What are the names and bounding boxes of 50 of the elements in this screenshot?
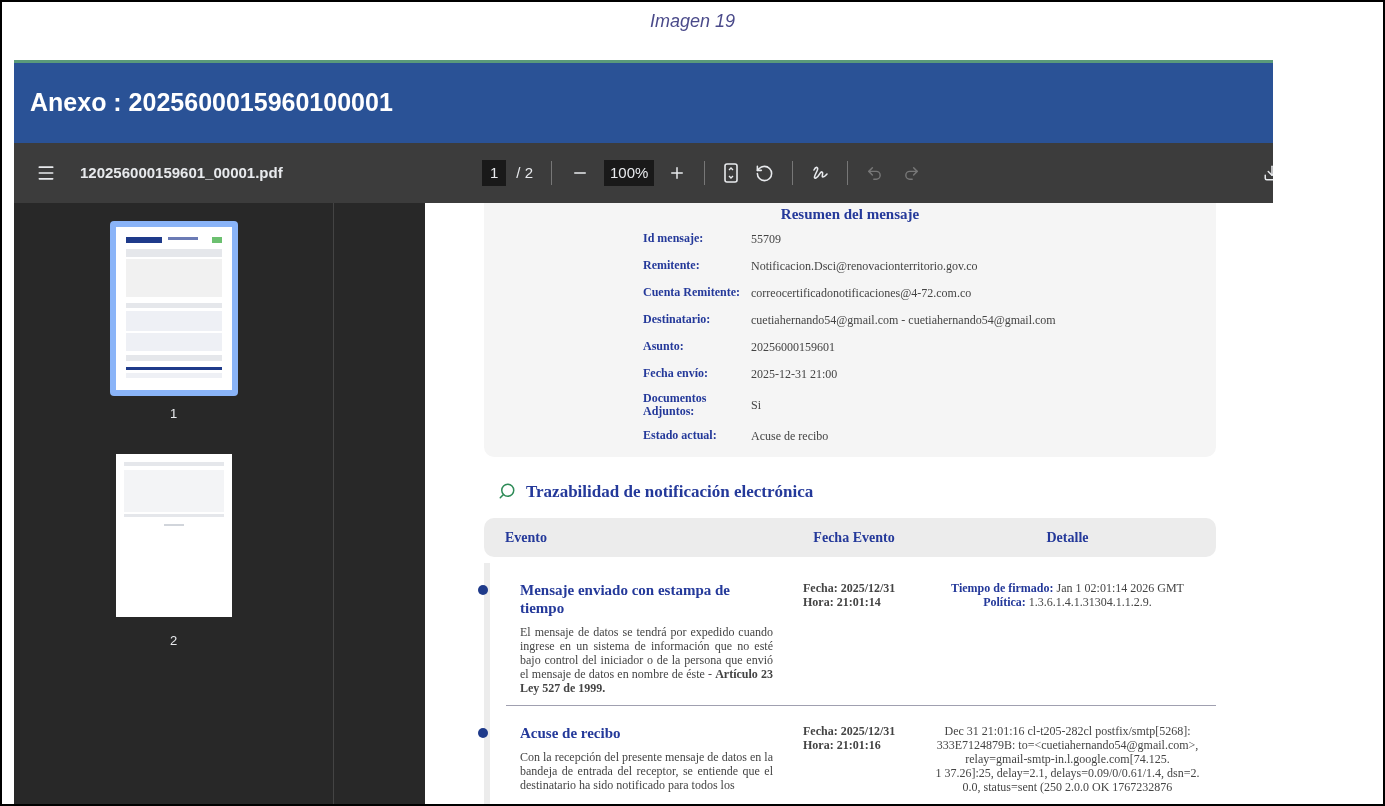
page-number: 1 bbox=[169, 405, 178, 423]
field-label: Id mensaje: bbox=[643, 232, 705, 245]
field-value: Acuse de recibo bbox=[751, 427, 829, 445]
event-title: Mensaje enviado con estampa de tiempo bbox=[519, 581, 731, 617]
event-date: Fecha: 2025/12/31 bbox=[803, 581, 897, 595]
event-detail: Tiempo de firmado: Jan 1 02:01:14 2026 GMT bbox=[951, 581, 1184, 595]
summary-title: Resumen del mensaje bbox=[780, 205, 920, 224]
page-count: / 2 bbox=[516, 162, 534, 183]
zoom-field[interactable]: 100% bbox=[604, 159, 655, 187]
field-value: cuetiahernando54@gmail.com - cuetiahernando54@gmail.com bbox=[751, 311, 1056, 329]
field-value: correocertificadonotificaciones@4-72.com.co bbox=[751, 284, 972, 302]
field-label: Destinatario: bbox=[643, 313, 712, 326]
event-detail: 333E7124879B: to=<cuetiahernando54@gmail.com>, bbox=[936, 738, 1199, 752]
field-value: 20256000159601 bbox=[751, 338, 835, 356]
header-title: Anexo : 2025600015960100001 bbox=[30, 87, 393, 119]
section-title: Trazabilidad de notificación electrónica bbox=[526, 480, 814, 503]
rotate-icon[interactable] bbox=[755, 163, 775, 183]
fit-page-icon[interactable] bbox=[723, 163, 740, 183]
page-number-field[interactable]: 1 bbox=[482, 159, 507, 187]
file-name: 120256000159601_00001.pdf bbox=[80, 162, 283, 183]
event-detail: 1 37.26]:25, delay=2.1, delays=0.09/0/0.61/1.4, dsn=2. bbox=[935, 766, 1200, 780]
event-description: Con la recepción del presente mensaje de datos en la bandeja de entrada del receptor, se entiende que el destinatario ha sido notificado para todos los bbox=[519, 750, 774, 792]
event-description: El mensaje de datos se tendrá por expedido cuando ingrese en un sistema de información que no esté bajo control del iniciador o de la persona que envió el mensaje de datos en nombre de éste - Artículo 23 Ley 527 de 1999. bbox=[519, 625, 774, 695]
event-detail: Política: 1.3.6.1.4.1.31304.1.1.2.9. bbox=[983, 595, 1152, 609]
field-label: Estado actual: bbox=[643, 429, 718, 442]
field-value: 2025-12-31 21:00 bbox=[751, 365, 838, 383]
event-detail: relay=gmail-smtp-in.l.google.com[74.125. bbox=[965, 752, 1170, 766]
event-date: Fecha: 2025/12/31 bbox=[803, 724, 897, 738]
field-value: Si bbox=[751, 396, 761, 414]
field-label: Cuenta Remitente: bbox=[643, 286, 741, 299]
page-thumbnail[interactable] bbox=[109, 221, 238, 396]
event-detail: 0.0, status=sent (250 2.0.0 OK 1767232876 bbox=[962, 780, 1173, 794]
field-value: 55709 bbox=[751, 230, 781, 248]
event-detail: Dec 31 21:01:16 cl-t205-282cl postfix/smtp[5268]: bbox=[944, 724, 1191, 738]
field-value: Notificacion.Dsci@renovacionterritorio.gov.co bbox=[751, 257, 978, 275]
column-header: Detalle bbox=[1045, 529, 1090, 547]
field-label: Remitente: bbox=[643, 259, 701, 272]
event-time: Hora: 21:01:14 bbox=[803, 595, 882, 609]
column-header: Fecha Evento bbox=[812, 529, 896, 547]
search-icon bbox=[498, 482, 516, 501]
draw-icon[interactable] bbox=[811, 164, 830, 182]
field-label: Fecha envío: bbox=[643, 367, 709, 380]
column-header: Evento bbox=[504, 529, 548, 547]
figure-caption: Imagen 19 bbox=[649, 10, 736, 33]
event-time: Hora: 21:01:16 bbox=[803, 738, 882, 752]
event-title: Acuse de recibo bbox=[519, 724, 622, 742]
field-label: Documentos Adjuntos: bbox=[643, 391, 708, 418]
menu-icon[interactable] bbox=[36, 163, 56, 183]
field-label: Asunto: bbox=[643, 340, 685, 353]
page-number: 2 bbox=[169, 631, 178, 650]
